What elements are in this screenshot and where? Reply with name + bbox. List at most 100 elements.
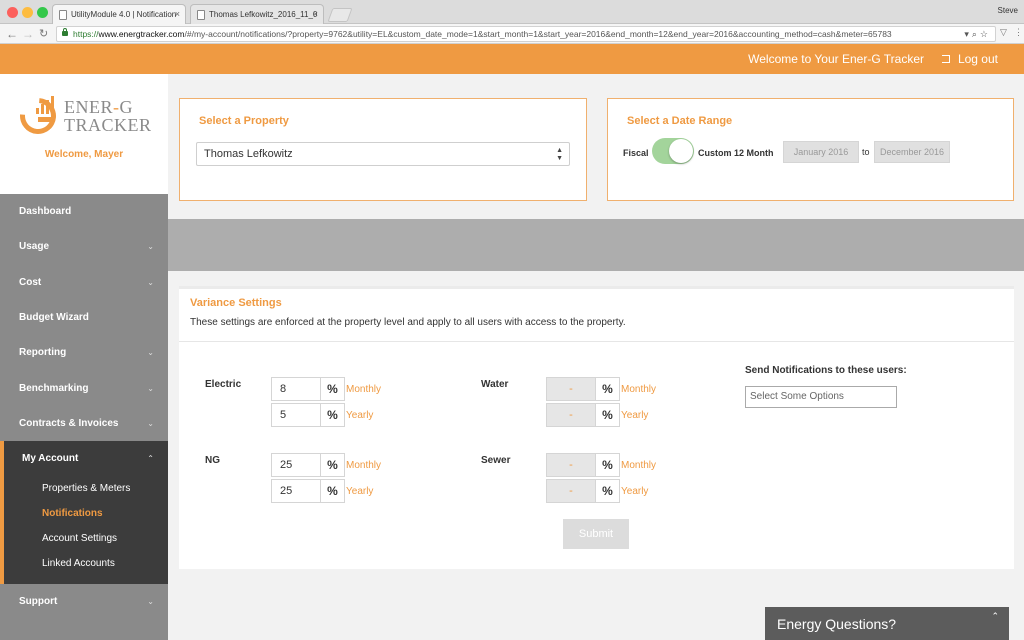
logout-label: Log out [957, 52, 998, 66]
sidebar-item-reporting[interactable]: Reporting ⌄ [0, 335, 168, 370]
percent-addon: % [321, 403, 345, 427]
monthly-label: Monthly [621, 384, 657, 395]
subnav-linked-accounts[interactable]: Linked Accounts [42, 558, 115, 569]
my-account-submenu: Properties & Meters Notifications Accoun… [0, 476, 168, 584]
notify-users-label: Send Notifications to these users: [745, 365, 907, 376]
start-month-input[interactable]: January 2016 [783, 141, 859, 163]
fiscal-label: Fiscal [623, 148, 649, 158]
sidebar-item-support[interactable]: Support ⌄ [0, 584, 168, 619]
ng-monthly-input[interactable]: 25 [271, 453, 321, 477]
sidebar-item-contracts-invoices[interactable]: Contracts & Invoices ⌄ [0, 406, 168, 441]
chevron-up-icon: ⌃ [147, 454, 154, 463]
variance-settings-panel: Variance Settings These settings are enf… [179, 286, 1014, 569]
browser-profile[interactable]: Steve [998, 6, 1018, 15]
electric-label: Electric [205, 379, 242, 390]
sidebar-item-benchmarking[interactable]: Benchmarking ⌄ [0, 371, 168, 406]
zoom-icon[interactable]: ⌕ [972, 29, 980, 39]
chevron-up-icon[interactable]: ⌃ [991, 611, 999, 622]
water-monthly-input: - [546, 377, 596, 401]
yearly-label: Yearly [621, 410, 649, 421]
end-month-input[interactable]: December 2016 [874, 141, 950, 163]
sidebar-item-budget-wizard[interactable]: Budget Wizard [0, 300, 168, 335]
energy-questions-widget[interactable]: Energy Questions? ⌃ [765, 607, 1009, 640]
water-label: Water [481, 379, 509, 390]
window-minimize-icon[interactable] [22, 7, 33, 18]
ng-yearly-input[interactable]: 25 [271, 479, 321, 503]
browser-menu-icon[interactable]: ⋮ [1014, 27, 1023, 38]
logout-icon [941, 55, 950, 63]
browser-tab-active[interactable]: UtilityModule 4.0 | Notification × [52, 4, 186, 24]
browser-toolbar: ← → ↻ https://www.energtracker.com/#/my-… [0, 24, 1024, 44]
percent-addon: % [596, 377, 620, 401]
chat-label: Energy Questions? [777, 616, 897, 632]
date-range-title: Select a Date Range [627, 115, 733, 127]
tab-close-icon[interactable]: × [175, 5, 180, 24]
yearly-label: Yearly [621, 486, 649, 497]
logo-line2: TRACKER [64, 115, 152, 135]
chevron-down-icon: ⌄ [147, 419, 154, 428]
chevron-down-icon: ⌄ [147, 242, 154, 251]
subnav-properties-meters[interactable]: Properties & Meters [42, 483, 130, 494]
browser-tab[interactable]: Thomas Lefkowitz_2016_11_0 × [190, 4, 324, 24]
url-path: /#/my-account/notifications/?property=97… [184, 29, 892, 39]
section-divider-band [168, 219, 1024, 271]
percent-addon: % [596, 453, 620, 477]
subnav-notifications[interactable]: Notifications [42, 508, 103, 519]
date-mode-toggle[interactable] [652, 138, 694, 164]
extension-icon[interactable]: ▽ [1000, 27, 1007, 38]
sidebar-item-dashboard[interactable]: Dashboard [0, 194, 168, 229]
electric-monthly-input[interactable]: 8 [271, 377, 321, 401]
lock-icon [62, 28, 68, 36]
property-card-title: Select a Property [199, 115, 289, 127]
chevron-down-icon: ⌄ [147, 278, 154, 287]
ng-label: NG [205, 455, 220, 466]
logo-wordmark: ENER-G TRACKER [64, 98, 152, 134]
window-close-icon[interactable] [7, 7, 18, 18]
bookmark-star-icon[interactable]: ☆ [980, 29, 991, 39]
variance-title: Variance Settings [190, 297, 282, 309]
sidebar-item-my-account[interactable]: My Account ⌃ [0, 441, 168, 476]
electric-yearly-input[interactable]: 5 [271, 403, 321, 427]
app-root: UtilityModule 4.0 | Notification × Thoma… [0, 0, 1024, 640]
subnav-account-settings[interactable]: Account Settings [42, 533, 117, 544]
reload-icon[interactable]: ↻ [39, 26, 48, 42]
logout-link[interactable]: Log out [941, 44, 998, 74]
main-content: Select a Property Thomas Lefkowitz ▲ ▼ Se… [168, 74, 1024, 640]
app-header: Welcome to Your Ener-G Tracker Log out [0, 44, 1024, 74]
sewer-monthly-input: - [546, 453, 596, 477]
new-tab-button[interactable] [327, 8, 353, 22]
monthly-label: Monthly [346, 384, 382, 395]
logo-line1: ENER-G [64, 97, 133, 117]
yearly-label: Yearly [346, 410, 374, 421]
chevron-down-icon: ⌄ [147, 348, 154, 357]
address-bar[interactable]: https://www.energtracker.com/#/my-accoun… [56, 26, 996, 42]
yearly-label: Yearly [346, 486, 374, 497]
percent-addon: % [596, 479, 620, 503]
water-yearly-input: - [546, 403, 596, 427]
chevron-down-icon: ⌄ [147, 597, 154, 606]
brand-panel: ENER-G TRACKER Welcome, Mayer [0, 74, 168, 194]
property-select[interactable]: Thomas Lefkowitz ▲ ▼ [196, 142, 570, 166]
percent-addon: % [321, 479, 345, 503]
logo-bars-icon [36, 96, 56, 114]
forward-arrow-icon[interactable]: → [22, 26, 34, 42]
chevron-down-icon: ⌄ [147, 384, 154, 393]
property-selected-value: Thomas Lefkowitz [204, 148, 293, 160]
toggle-knob [669, 139, 693, 163]
selector-band: Select a Property Thomas Lefkowitz ▲ ▼ Se… [168, 74, 1024, 219]
page-icon [59, 10, 67, 20]
custom-12-month-label: Custom 12 Month [698, 148, 774, 158]
sewer-yearly-input: - [546, 479, 596, 503]
back-arrow-icon[interactable]: ← [6, 26, 18, 42]
sidebar-item-cost[interactable]: Cost ⌄ [0, 265, 168, 300]
notify-users-select[interactable]: Select Some Options [745, 386, 897, 408]
monthly-label: Monthly [346, 460, 382, 471]
sidebar-item-usage[interactable]: Usage ⌄ [0, 229, 168, 264]
submit-button[interactable]: Submit [563, 519, 629, 549]
filter-icon[interactable]: ▾ [964, 29, 972, 39]
tab-close-icon[interactable]: × [313, 5, 318, 24]
window-zoom-icon[interactable] [37, 7, 48, 18]
sewer-label: Sewer [481, 455, 511, 466]
percent-addon: % [321, 453, 345, 477]
omnibox-icons: ▾⌕☆ [962, 27, 991, 41]
